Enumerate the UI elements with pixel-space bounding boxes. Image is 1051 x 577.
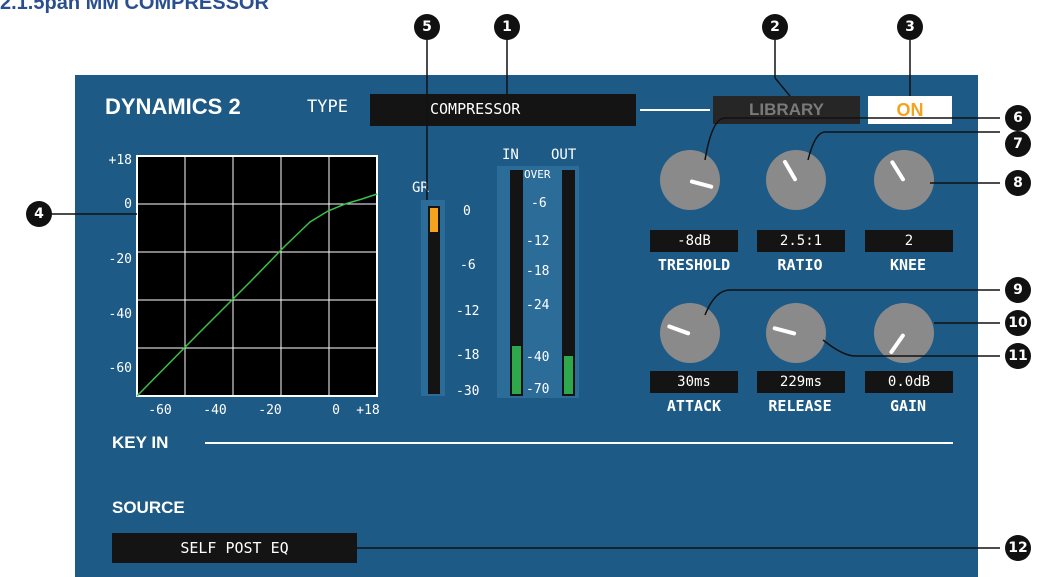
callout-line [704, 289, 1000, 316]
callout-line [704, 117, 1000, 161]
callout-lines [50, 40, 1000, 549]
callout-line [822, 339, 1000, 357]
callout-marker: 3 [897, 14, 923, 40]
callout-marker: 9 [1005, 277, 1031, 303]
callout-marker: 12 [1005, 535, 1031, 561]
callout-line [807, 131, 1000, 161]
callout-marker: 10 [1005, 310, 1031, 336]
callout-marker: 5 [414, 14, 440, 40]
callout-marker: 11 [1005, 343, 1031, 369]
callout-marker: 4 [26, 201, 52, 227]
callout-marker: 7 [1005, 131, 1031, 157]
callout-line [774, 77, 791, 97]
callout-marker: 1 [494, 14, 520, 40]
callout-marker: 8 [1005, 170, 1031, 196]
callout-marker: 2 [762, 14, 788, 40]
callout-marker: 6 [1005, 105, 1031, 131]
